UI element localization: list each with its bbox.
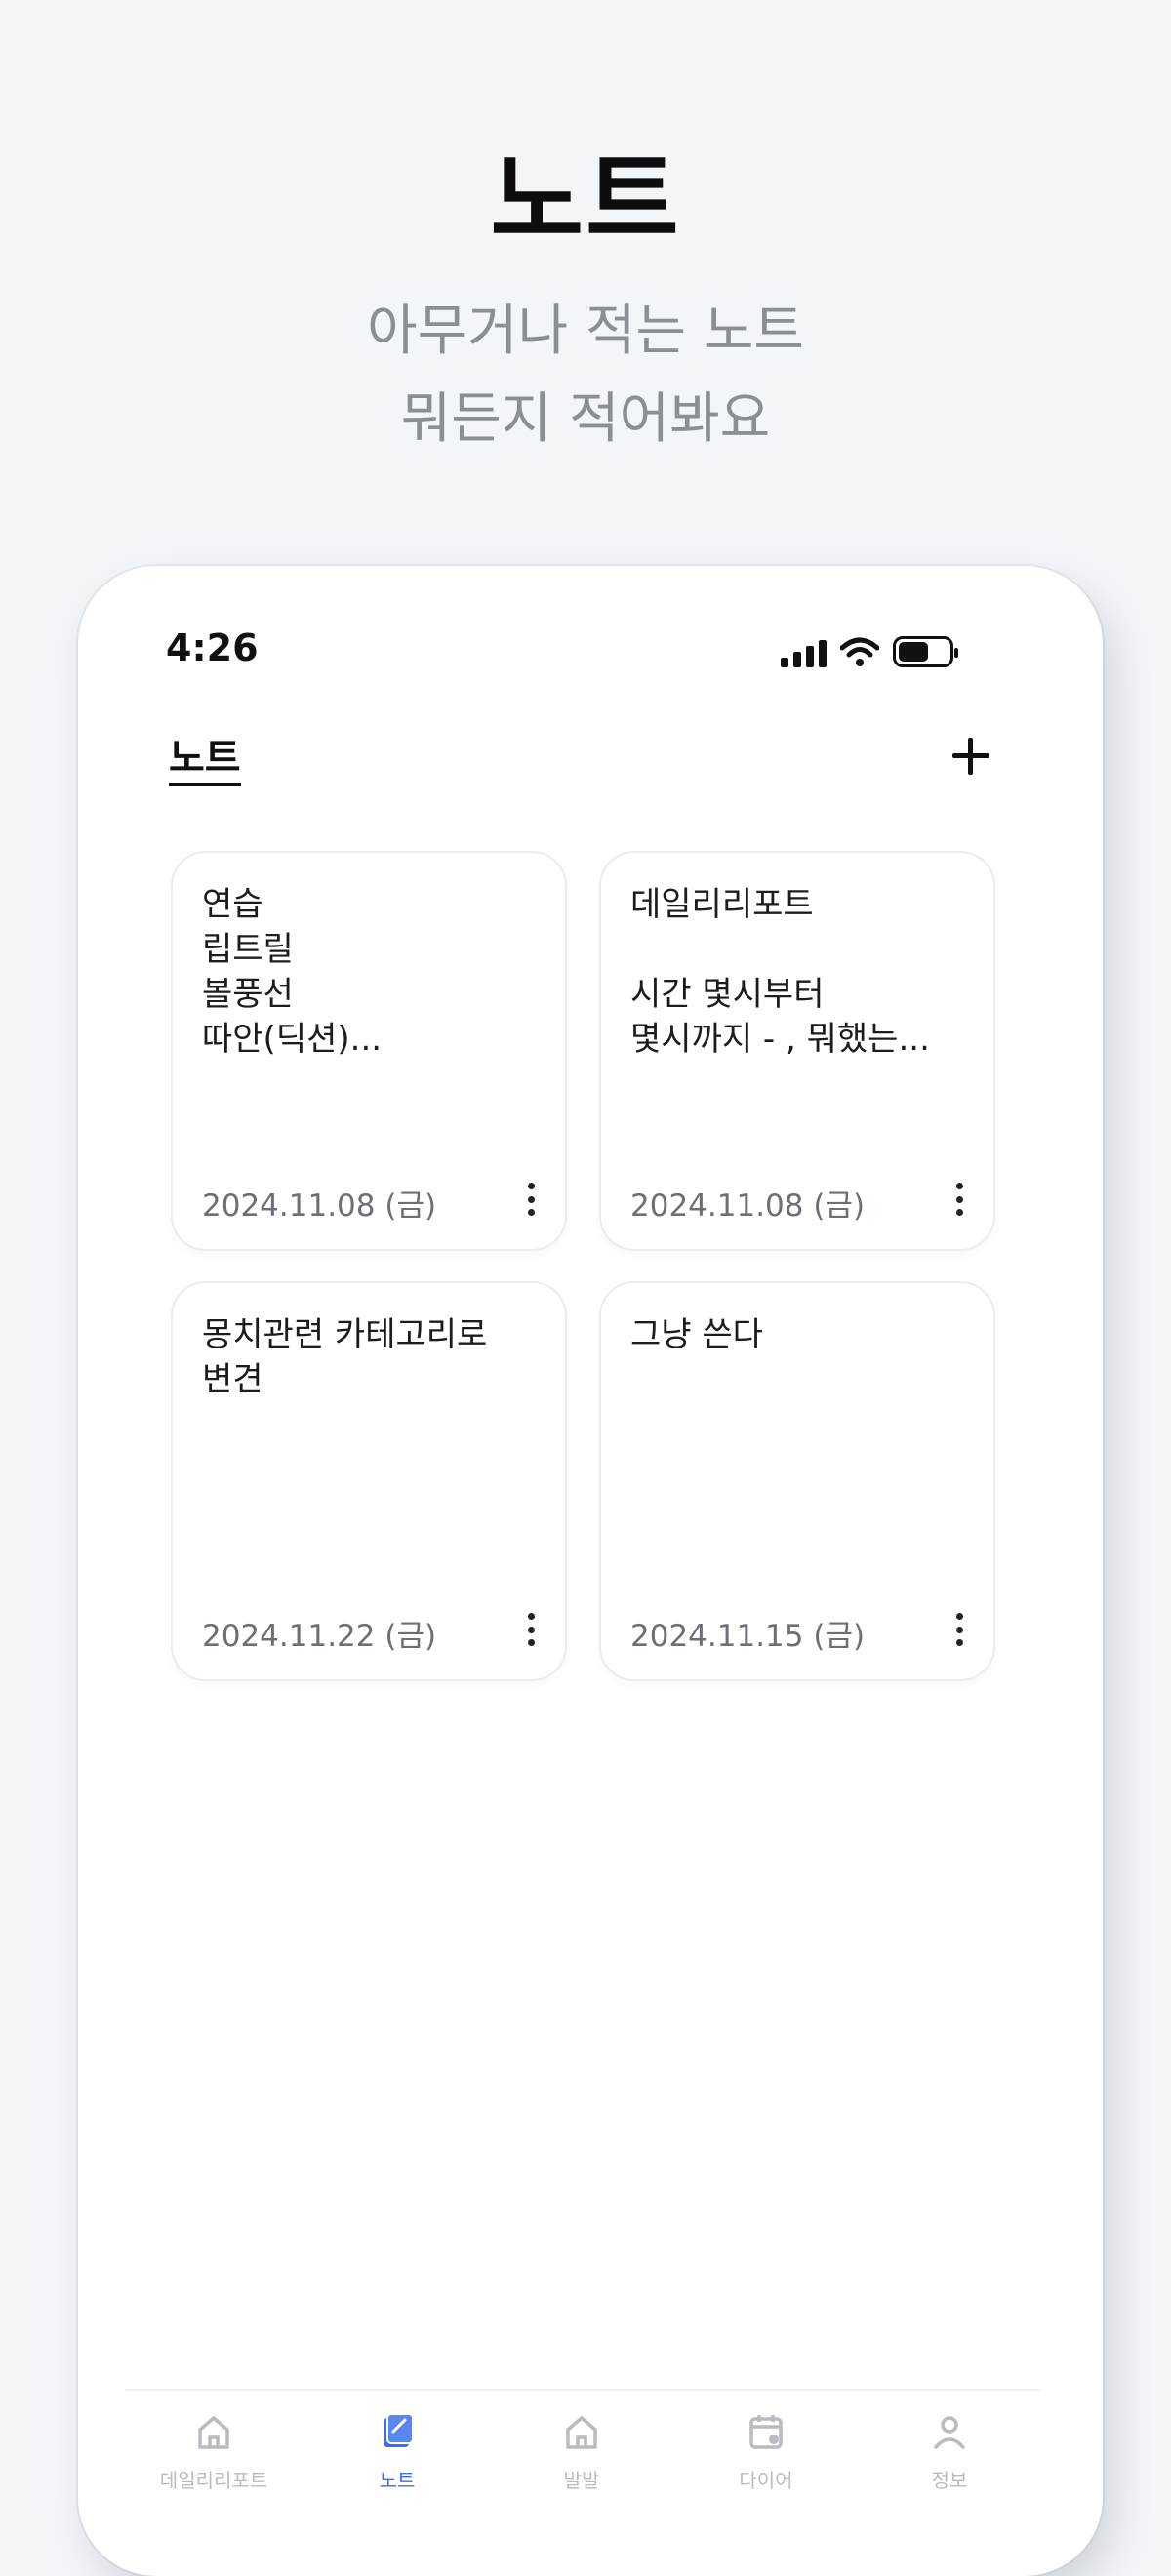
note-card[interactable]: 그냥 쓴다 2024.11.15 (금) — [599, 1281, 995, 1681]
home-icon — [566, 2416, 597, 2449]
note-card[interactable]: 연습 립트릴 볼풍선 따안(딕션)... 2024.11.08 (금) — [171, 851, 567, 1251]
tab-daily-report[interactable]: 데일리리포트 — [121, 2410, 306, 2493]
status-icons — [781, 632, 958, 667]
note-text: 연습 립트릴 볼풍선 따안(딕션)... — [202, 885, 383, 1059]
hero-title: 노트 — [490, 141, 681, 260]
battery-icon — [893, 636, 958, 667]
more-menu-icon[interactable] — [954, 1613, 964, 1646]
hero-subtitle-line2: 뭐든지 적어봐요 — [400, 387, 771, 451]
user-icon — [934, 2416, 965, 2449]
signal-icon — [781, 638, 827, 667]
calendar-icon — [749, 2415, 783, 2449]
status-time: 4:26 — [166, 626, 259, 669]
tab-label: 발발 — [563, 2469, 600, 2492]
wifi-icon — [840, 637, 879, 666]
tab-info[interactable]: 정보 — [857, 2410, 1042, 2493]
more-menu-icon[interactable] — [526, 1613, 536, 1646]
add-note-button[interactable] — [949, 734, 993, 779]
note-text: 데일리리포트 시간 몇시부터 몇시까지 - , 뭐했는... — [630, 885, 930, 1059]
home-icon — [198, 2416, 229, 2449]
tab-label: 노트 — [379, 2469, 416, 2492]
tab-label: 다이어 — [739, 2469, 793, 2492]
note-date: 2024.11.08 (금) — [202, 1188, 437, 1224]
tab-home[interactable]: 발발 — [489, 2410, 674, 2493]
tab-label: 데일리리포트 — [159, 2469, 268, 2492]
more-menu-icon[interactable] — [954, 1183, 964, 1216]
more-menu-icon[interactable] — [526, 1183, 536, 1216]
tab-note[interactable]: 노트 — [304, 2410, 490, 2493]
hero-subtitle-line1: 아무거나 적는 노트 — [367, 300, 804, 363]
note-date: 2024.11.08 (금) — [630, 1188, 866, 1224]
note-card[interactable]: 데일리리포트 시간 몇시부터 몇시까지 - , 뭐했는... 2024.11.0… — [599, 851, 995, 1251]
note-date: 2024.11.22 (금) — [202, 1619, 437, 1654]
tab-label: 정보 — [931, 2469, 968, 2492]
note-text: 몽치관련 카테고리로 변견 — [202, 1315, 488, 1399]
page-title: 노트 — [169, 734, 241, 786]
tab-diary[interactable]: 다이어 — [673, 2410, 859, 2493]
tabbar-divider — [125, 2389, 1040, 2391]
note-card[interactable]: 몽치관련 카테고리로 변견 2024.11.22 (금) — [171, 1281, 567, 1681]
note-date: 2024.11.15 (금) — [630, 1619, 866, 1654]
note-icon — [384, 2413, 414, 2447]
note-text: 그냥 쓴다 — [630, 1315, 763, 1354]
